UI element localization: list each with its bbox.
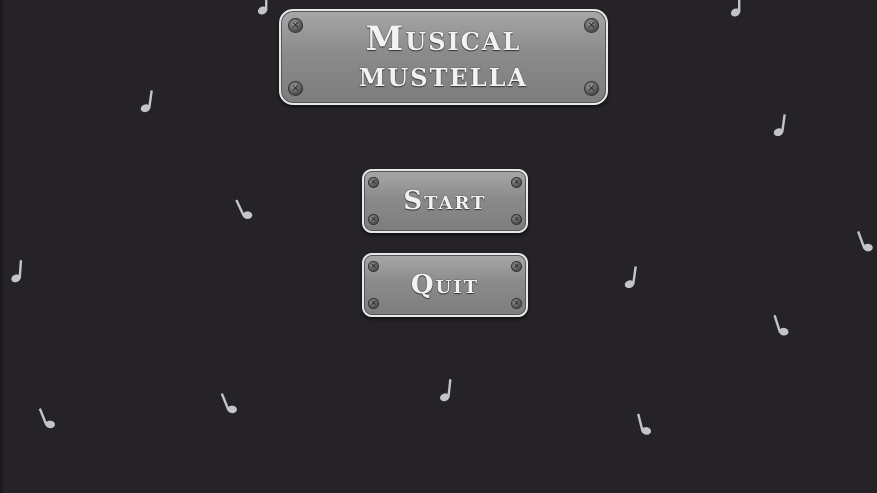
music-note-icon: [440, 379, 452, 402]
start-button[interactable]: × × × × Start: [362, 169, 528, 233]
start-button-label: Start: [403, 186, 487, 216]
music-note-icon: [140, 90, 153, 113]
screw-icon: ×: [289, 82, 302, 95]
quit-button-label: Quit: [410, 270, 480, 300]
screw-icon: ×: [369, 215, 378, 224]
music-note-icon: [773, 114, 786, 137]
title-plate: × × × × Musical mustella: [279, 9, 608, 105]
screw-icon: ×: [512, 178, 521, 187]
screw-icon: ×: [369, 178, 378, 187]
music-note-icon: [773, 314, 789, 336]
screw-icon: ×: [369, 299, 378, 308]
music-note-icon: [257, 0, 268, 15]
quit-button[interactable]: × × × × Quit: [362, 253, 528, 317]
game-scene: × × × × Musical mustella × × × × Start ×…: [0, 0, 877, 493]
game-title-line-1: Musical: [365, 19, 522, 59]
screw-icon: ×: [369, 262, 378, 271]
music-note-icon: [38, 408, 55, 429]
music-note-icon: [730, 0, 741, 17]
music-note-icon: [857, 231, 873, 252]
music-note-icon: [11, 260, 23, 283]
music-note-icon: [624, 266, 637, 289]
screw-icon: ×: [585, 19, 598, 32]
game-title-line-2: mustella: [358, 55, 529, 95]
screw-icon: ×: [289, 19, 302, 32]
screw-icon: ×: [512, 262, 521, 271]
music-note-icon: [637, 413, 652, 435]
screw-icon: ×: [512, 215, 521, 224]
screw-icon: ×: [585, 82, 598, 95]
screw-icon: ×: [512, 299, 521, 308]
music-note-icon: [235, 199, 253, 219]
music-note-icon: [220, 393, 237, 414]
